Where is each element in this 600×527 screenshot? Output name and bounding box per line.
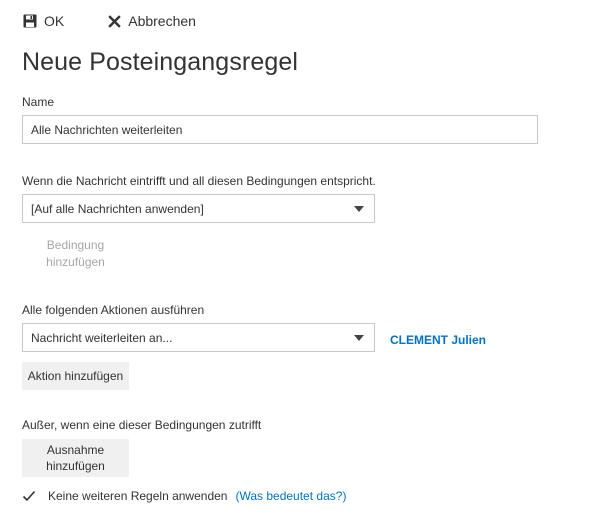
cancel-button-label: Abbrechen — [128, 13, 196, 29]
stop-processing-row: Keine weiteren Regeln anwenden (Was bede… — [22, 489, 346, 503]
save-icon — [22, 13, 38, 29]
name-label: Name — [22, 95, 55, 109]
page-title: Neue Posteingangsregel — [22, 48, 299, 76]
add-exception-label-line2: hinzufügen — [46, 459, 105, 473]
checkmark-icon — [22, 490, 36, 502]
action-dropdown[interactable]: Nachricht weiterleiten an... — [22, 323, 375, 352]
chevron-down-icon — [354, 206, 364, 212]
stop-processing-checkbox[interactable] — [22, 489, 36, 503]
help-link-wrapper: (Was bedeutet das?) — [235, 489, 346, 503]
condition-selected-value: [Auf alle Nachrichten anwenden] — [31, 201, 204, 216]
action-selected-value: Nachricht weiterleiten an... — [31, 330, 173, 345]
close-icon — [106, 13, 122, 29]
ok-button[interactable]: OK — [22, 13, 64, 29]
actions-label: Alle folgenden Aktionen ausführen — [22, 303, 205, 317]
conditions-label: Wenn die Nachricht eintrifft und all die… — [22, 174, 376, 188]
chevron-down-icon — [354, 335, 364, 341]
new-inbox-rule-page: OK Abbrechen Neue Posteingangsregel Name… — [0, 0, 600, 527]
add-action-button[interactable]: Aktion hinzufügen — [22, 362, 129, 390]
add-condition-label-line2: hinzufügen — [46, 255, 105, 269]
cancel-button[interactable]: Abbrechen — [106, 13, 196, 29]
rule-name-input[interactable] — [22, 115, 538, 144]
toolbar: OK Abbrechen — [22, 10, 196, 32]
add-condition-button[interactable]: Bedingung hinzufügen — [22, 237, 129, 271]
add-condition-label-line1: Bedingung — [46, 238, 105, 252]
stop-processing-label: Keine weiteren Regeln anwenden — [48, 489, 228, 503]
add-exception-button[interactable]: Ausnahme hinzufügen — [22, 439, 129, 477]
recipient-link[interactable]: CLEMENT Julien — [390, 333, 486, 347]
exceptions-label: Außer, wenn eine dieser Bedingungen zutr… — [22, 418, 262, 432]
ok-button-label: OK — [44, 13, 65, 29]
help-link[interactable]: Was bedeutet das? — [239, 489, 342, 503]
add-exception-label-line1: Ausnahme — [46, 443, 105, 457]
close-paren: ) — [342, 489, 347, 503]
condition-dropdown[interactable]: [Auf alle Nachrichten anwenden] — [22, 194, 375, 223]
